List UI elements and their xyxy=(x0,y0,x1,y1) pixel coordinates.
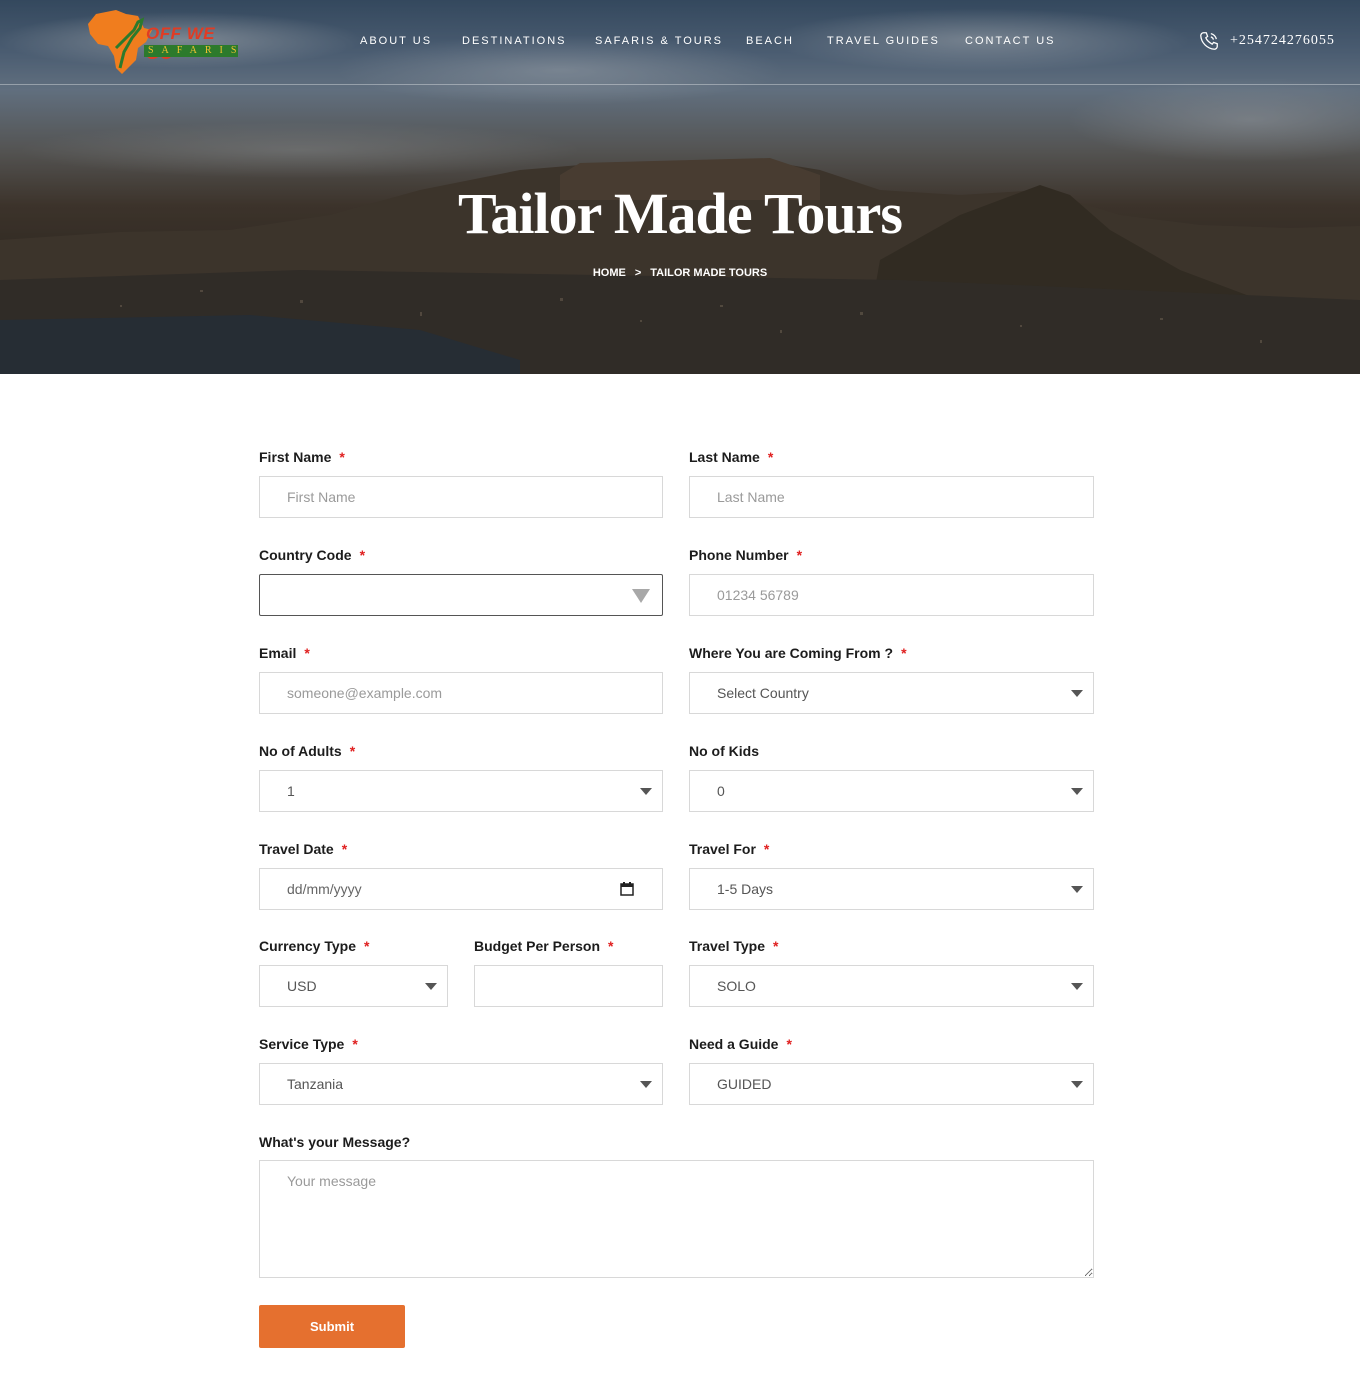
breadcrumb-separator: > xyxy=(634,267,642,279)
chevron-down-icon xyxy=(1071,1081,1083,1088)
nav-travel-guides[interactable]: TRAVEL GUIDES xyxy=(827,35,940,47)
coming-from-label: Where You are Coming From ? * xyxy=(689,645,907,661)
budget-input[interactable] xyxy=(474,965,663,1007)
chevron-down-icon xyxy=(1071,983,1083,990)
phone-number-label: Phone Number * xyxy=(689,547,803,563)
travel-for-value: 1-5 Days xyxy=(717,881,774,897)
first-name-label: First Name * xyxy=(259,449,345,465)
travel-type-select[interactable]: SOLO xyxy=(689,965,1094,1007)
chevron-down-icon xyxy=(1071,886,1083,893)
adults-label: No of Adults * xyxy=(259,743,356,759)
last-name-label: Last Name * xyxy=(689,449,774,465)
breadcrumb: HOME > TAILOR MADE TOURS xyxy=(0,267,1360,279)
header-divider xyxy=(0,84,1360,85)
last-name-input[interactable]: Last Name xyxy=(689,476,1094,518)
service-type-select[interactable]: Tanzania xyxy=(259,1063,663,1105)
adults-select[interactable]: 1 xyxy=(259,770,663,812)
travel-date-placeholder: dd/mm/yyyy xyxy=(287,881,362,897)
email-label: Email * xyxy=(259,645,310,661)
main-nav: ABOUT US DESTINATIONS SAFARIS & TOURS BE… xyxy=(0,35,1360,49)
chevron-down-icon xyxy=(640,788,652,795)
first-name-input[interactable]: First Name xyxy=(259,476,663,518)
page-title: Tailor Made Tours xyxy=(458,181,903,246)
kids-select[interactable]: 0 xyxy=(689,770,1094,812)
kids-label: No of Kids xyxy=(689,743,759,759)
nav-contact-us[interactable]: CONTACT US xyxy=(965,35,1056,47)
country-code-label: Country Code * xyxy=(259,547,366,563)
kids-value: 0 xyxy=(717,783,725,799)
coming-from-value: Select Country xyxy=(717,685,809,701)
breadcrumb-home[interactable]: HOME xyxy=(593,267,626,279)
travel-type-value: SOLO xyxy=(717,978,756,994)
service-type-value: Tanzania xyxy=(287,1076,344,1092)
nav-beach[interactable]: BEACH xyxy=(746,35,794,47)
message-textarea[interactable] xyxy=(259,1160,1094,1278)
breadcrumb-current: TAILOR MADE TOURS xyxy=(650,267,768,279)
calendar-icon[interactable] xyxy=(620,882,634,896)
submit-button[interactable]: Submit xyxy=(259,1305,405,1348)
dropdown-triangle-icon xyxy=(632,589,650,603)
email-input[interactable]: someone@example.com xyxy=(259,672,663,714)
budget-label: Budget Per Person * xyxy=(474,938,614,954)
nav-about-us[interactable]: ABOUT US xyxy=(360,35,432,47)
coming-from-select[interactable]: Select Country xyxy=(689,672,1094,714)
message-label: What's your Message? xyxy=(259,1134,411,1150)
phone-number: +254724276055 xyxy=(1230,33,1335,48)
travel-date-input[interactable]: dd/mm/yyyy xyxy=(259,868,663,910)
nav-safaris-tours[interactable]: SAFARIS & TOURS xyxy=(595,35,723,47)
currency-value: USD xyxy=(287,978,317,994)
travel-type-label: Travel Type * xyxy=(689,938,779,954)
chevron-down-icon xyxy=(425,983,437,990)
chevron-down-icon xyxy=(1071,690,1083,697)
guide-label: Need a Guide * xyxy=(689,1036,792,1052)
country-code-select[interactable] xyxy=(259,574,663,616)
guide-value: GUIDED xyxy=(717,1076,772,1092)
phone-number-input[interactable]: 01234 56789 xyxy=(689,574,1094,616)
currency-label: Currency Type * xyxy=(259,938,370,954)
travel-date-label: Travel Date * xyxy=(259,841,348,857)
currency-select[interactable]: USD xyxy=(259,965,448,1007)
travel-for-label: Travel For * xyxy=(689,841,770,857)
service-type-label: Service Type * xyxy=(259,1036,358,1052)
travel-for-select[interactable]: 1-5 Days xyxy=(689,868,1094,910)
phone-icon xyxy=(1200,32,1218,50)
header-phone[interactable]: +254724276055 xyxy=(1198,30,1335,52)
chevron-down-icon xyxy=(640,1081,652,1088)
nav-destinations[interactable]: DESTINATIONS xyxy=(462,35,566,47)
guide-select[interactable]: GUIDED xyxy=(689,1063,1094,1105)
adults-value: 1 xyxy=(287,783,295,799)
chevron-down-icon xyxy=(1071,788,1083,795)
